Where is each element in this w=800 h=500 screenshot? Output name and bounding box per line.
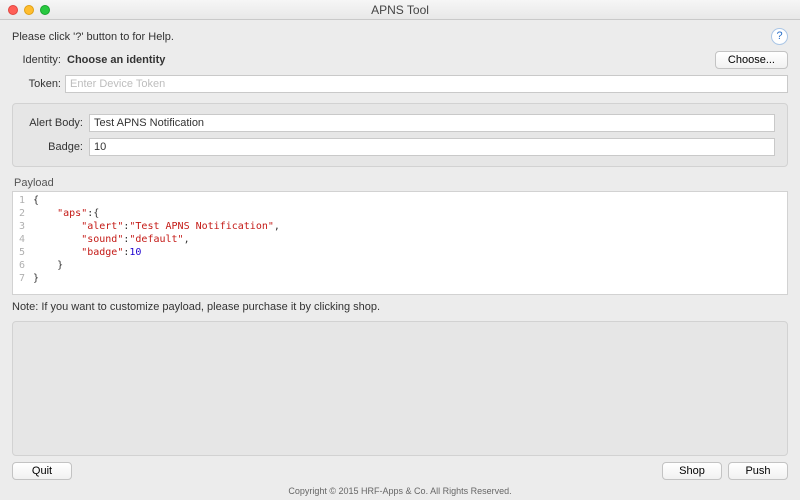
- copyright-text: Copyright © 2015 HRF-Apps & Co. All Righ…: [12, 484, 788, 496]
- alert-body-label: Alert Body:: [25, 117, 89, 129]
- help-button[interactable]: ?: [771, 28, 788, 45]
- payload-code[interactable]: { "aps":{ "alert":"Test APNS Notificatio…: [29, 192, 284, 294]
- titlebar: APNS Tool: [0, 0, 800, 20]
- identity-label: Identity:: [12, 54, 65, 66]
- identity-value: Choose an identity: [65, 54, 715, 66]
- payload-legend: Payload: [12, 177, 788, 189]
- alert-body-input[interactable]: [89, 114, 775, 132]
- log-box: [12, 321, 788, 456]
- window-title: APNS Tool: [371, 3, 429, 17]
- zoom-icon[interactable]: [40, 5, 50, 15]
- token-input[interactable]: [65, 75, 788, 93]
- payload-gutter: 1 2 3 4 5 6 7: [13, 192, 29, 294]
- purchase-note: Note: If you want to customize payload, …: [12, 301, 788, 313]
- quit-button[interactable]: Quit: [12, 462, 72, 480]
- badge-input[interactable]: [89, 138, 775, 156]
- choose-button[interactable]: Choose...: [715, 51, 788, 69]
- shop-button[interactable]: Shop: [662, 462, 722, 480]
- alert-group: Alert Body: Badge:: [12, 103, 788, 167]
- minimize-icon[interactable]: [24, 5, 34, 15]
- help-hint-text: Please click '?' button to for Help.: [12, 31, 174, 43]
- push-button[interactable]: Push: [728, 462, 788, 480]
- payload-editor[interactable]: 1 2 3 4 5 6 7 { "aps":{ "alert":"Test AP…: [12, 191, 788, 295]
- close-icon[interactable]: [8, 5, 18, 15]
- token-label: Token:: [12, 78, 65, 90]
- window-controls: [8, 5, 50, 15]
- badge-label: Badge:: [25, 141, 89, 153]
